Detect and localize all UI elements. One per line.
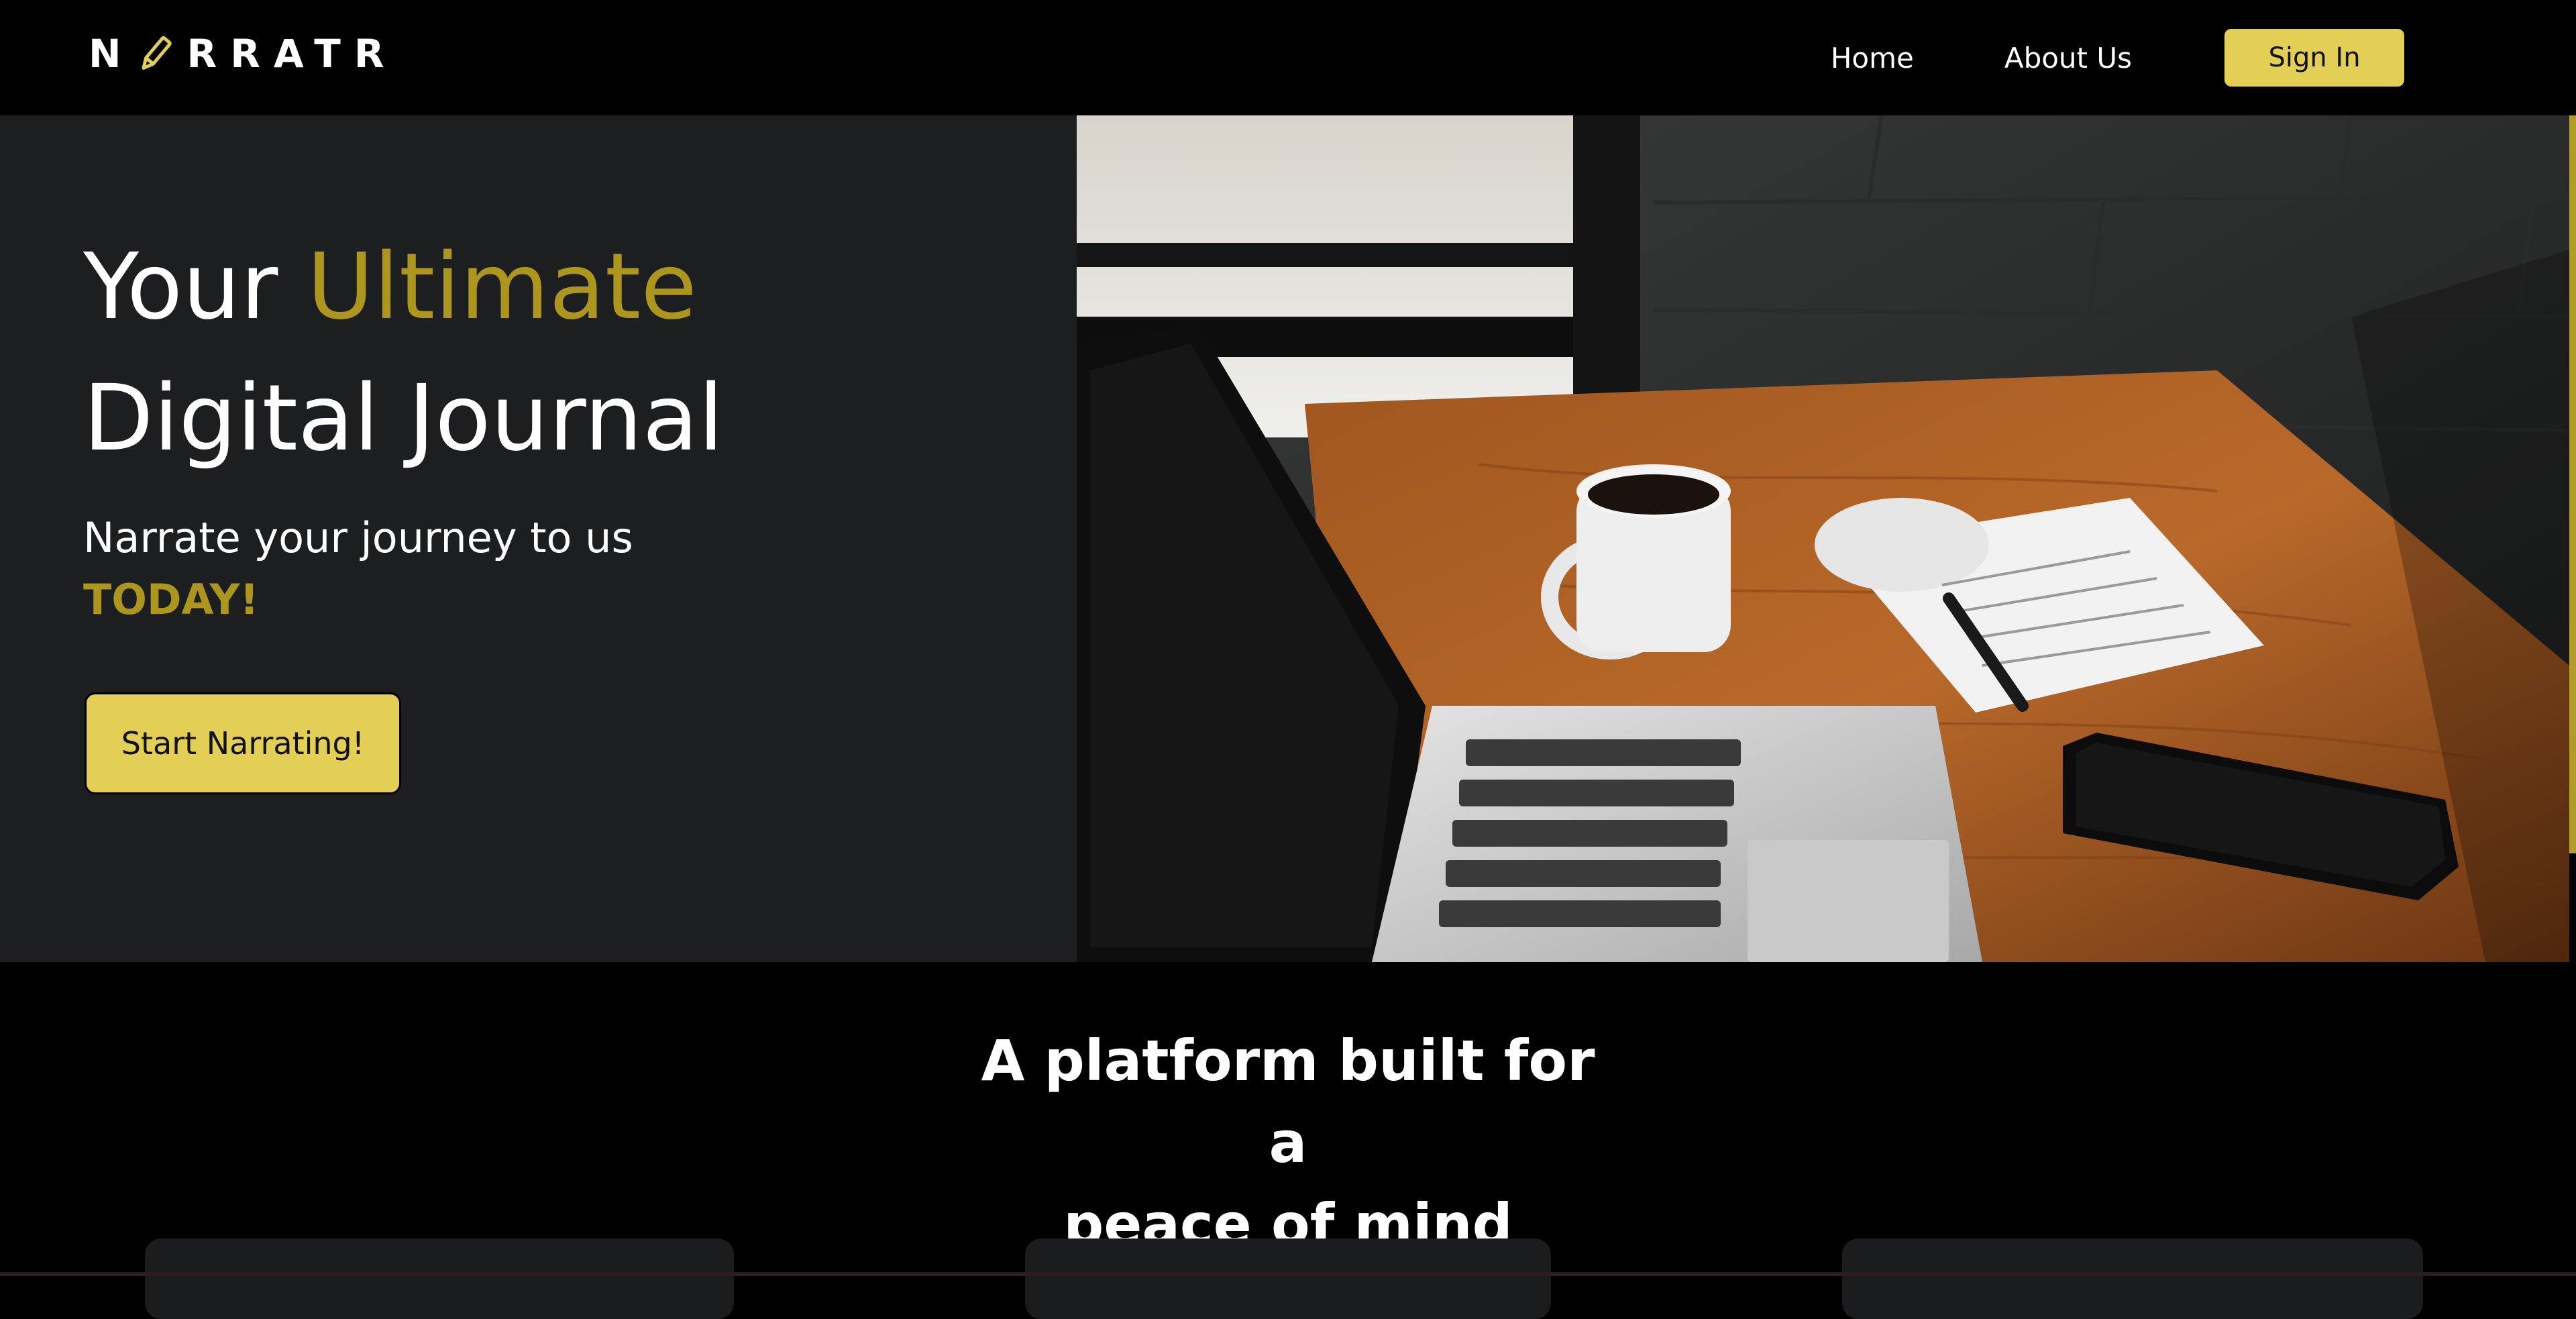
- hero-section: Your Ultimate Digital Journal Narrate yo…: [0, 115, 2569, 962]
- feature-card-1: [145, 1238, 734, 1319]
- sign-in-button[interactable]: Sign In: [2224, 29, 2404, 87]
- nav-about-link[interactable]: About Us: [2004, 42, 2132, 74]
- scrollbar-edge[interactable]: [2569, 115, 2576, 853]
- nav-links: Home About Us Sign In: [1831, 28, 2404, 87]
- page-bottom-strip: [0, 1272, 2576, 1276]
- logo[interactable]: N RRATR: [89, 31, 398, 76]
- hero-subline: Narrate your journey to us TODAY!: [83, 507, 633, 631]
- headline-line-2: Digital Journal: [83, 366, 724, 472]
- headline-accent-ultimate: Ultimate: [307, 234, 697, 340]
- pencil-icon: [138, 34, 174, 74]
- nav-home-link[interactable]: Home: [1831, 42, 1914, 74]
- section-title: A platform built for a peace of mind: [953, 1020, 1623, 1265]
- logo-letters-rratr: RRATR: [186, 31, 398, 76]
- section-title-line-1: A platform built for a: [981, 1028, 1595, 1175]
- navbar: N RRATR Home About Us Sign In: [0, 0, 2576, 115]
- headline-word-your: Your: [83, 234, 278, 340]
- hero-headline: Your Ultimate Digital Journal: [83, 221, 724, 484]
- hero-desk-photo: [1077, 115, 2569, 962]
- hero-text-panel: Your Ultimate Digital Journal Narrate yo…: [0, 115, 1077, 962]
- subline-text: Narrate your journey to us: [83, 513, 633, 562]
- feature-card-2: [1025, 1238, 1551, 1319]
- feature-card-3: [1842, 1238, 2423, 1319]
- start-narrating-button[interactable]: Start Narrating!: [85, 692, 401, 794]
- subline-today: TODAY!: [83, 575, 259, 624]
- logo-letter-n: N: [89, 31, 135, 76]
